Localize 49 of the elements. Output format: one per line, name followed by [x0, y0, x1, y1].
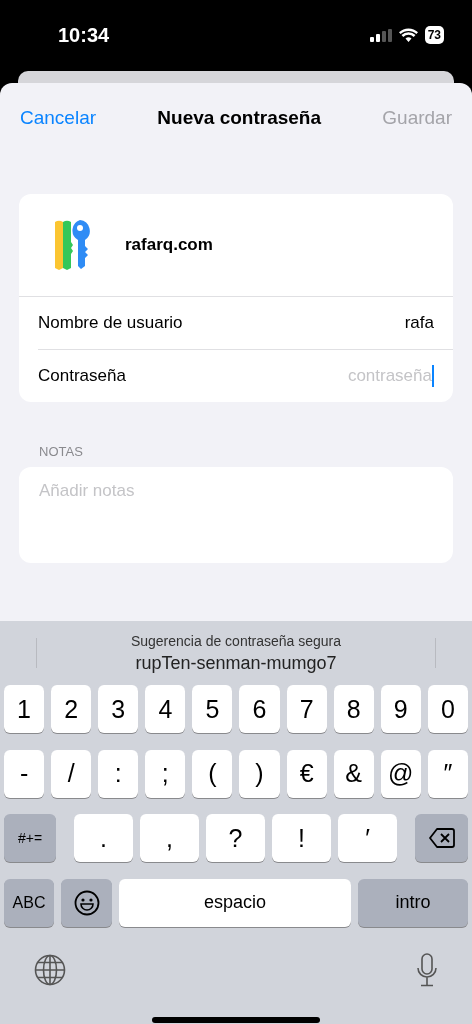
keyboard-key[interactable]: 2	[51, 685, 92, 733]
keyboard-key[interactable]: ″	[427, 749, 468, 798]
keyboard-key[interactable]: 1	[4, 685, 45, 733]
keyboard-key[interactable]: ′	[338, 814, 397, 862]
field-value: rafa	[404, 313, 434, 333]
space-key[interactable]: espacio	[119, 878, 351, 927]
keyboard-key[interactable]: :	[98, 749, 139, 798]
letters-key[interactable]: ABC	[4, 878, 54, 927]
keyboard-key[interactable]: )	[239, 749, 280, 798]
keyboard-key[interactable]: €	[286, 749, 327, 798]
keyboard-key[interactable]: -	[4, 749, 45, 798]
form-row[interactable]: Nombre de usuario rafa	[38, 297, 453, 349]
keyboard-key[interactable]: (	[192, 749, 233, 798]
keyboard-key[interactable]: @	[380, 749, 421, 798]
symbols-key[interactable]: #+=	[4, 814, 56, 862]
field-placeholder: contraseña	[347, 366, 432, 386]
keyboard-key[interactable]: 0	[427, 685, 468, 733]
globe-icon[interactable]	[34, 954, 66, 986]
keyboard-key[interactable]: 7	[286, 685, 327, 733]
keyboard-key[interactable]: 8	[333, 685, 374, 733]
smiley-icon	[73, 889, 100, 916]
return-key[interactable]: intro	[358, 878, 468, 927]
sheet-title: Nueva contraseña	[157, 107, 321, 129]
field-label: Contraseña	[38, 366, 127, 386]
keyboard-key[interactable]: .	[74, 814, 133, 862]
password-suggestion[interactable]: Sugerencia de contraseña segura rupTen-senman-mumgo7	[37, 632, 435, 674]
site-name: rafarq.com	[125, 235, 213, 255]
keyboard-key[interactable]: ,	[140, 814, 199, 862]
delete-key[interactable]	[415, 814, 468, 862]
microphone-icon[interactable]	[416, 953, 438, 987]
form-row[interactable]: Contraseña contraseña	[38, 349, 453, 402]
keyboard-key[interactable]: ;	[145, 749, 186, 798]
keyboard-key[interactable]: 4	[145, 685, 186, 733]
signal-icon	[369, 28, 392, 42]
delete-icon	[428, 828, 455, 848]
keyboard-key[interactable]: !	[272, 814, 331, 862]
keyboard-key[interactable]: 9	[380, 685, 421, 733]
keyboard-key[interactable]: 5	[192, 685, 233, 733]
field-label: Nombre de usuario	[38, 313, 184, 333]
status-time: 10:34	[58, 23, 111, 47]
keyboard-key[interactable]: ?	[206, 814, 265, 862]
emoji-key[interactable]	[61, 878, 112, 927]
keyboard-key[interactable]: 6	[239, 685, 280, 733]
keyboard-key[interactable]: /	[51, 749, 92, 798]
keyboard-key[interactable]: 3	[98, 685, 139, 733]
keyboard-key[interactable]: &	[333, 749, 374, 798]
section-label: NOTAS	[39, 444, 84, 459]
battery-level: 73	[424, 26, 444, 44]
wifi-icon	[398, 28, 418, 42]
